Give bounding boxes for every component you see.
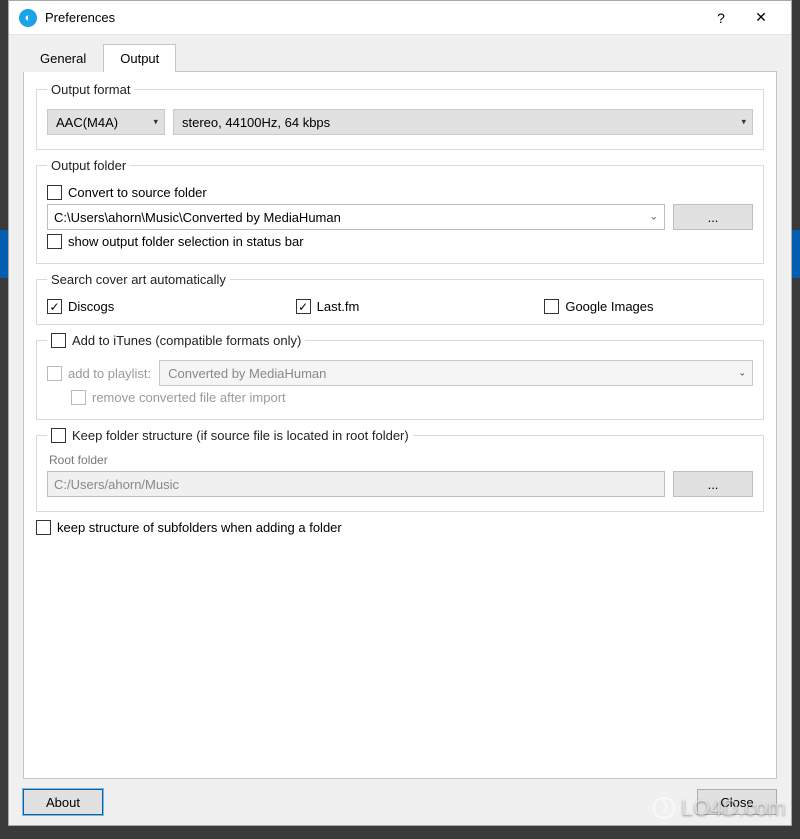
browse-root-folder-button[interactable]: ...: [673, 471, 753, 497]
legend-output-format: Output format: [47, 82, 134, 97]
chk-lastfm[interactable]: Last.fm: [296, 299, 505, 314]
chk-keep-subfolders[interactable]: keep structure of subfolders when adding…: [36, 520, 342, 535]
output-path-field[interactable]: C:\Users\ahorn\Music\Converted by MediaH…: [47, 204, 665, 230]
group-output-format: Output format AAC(M4A) ▾ stereo, 44100Hz…: [36, 82, 764, 150]
chk-add-to-playlist: add to playlist:: [47, 366, 151, 381]
chk-add-to-itunes-label: Add to iTunes (compatible formats only): [72, 333, 301, 348]
chk-discogs-label: Discogs: [68, 299, 114, 314]
checkbox-icon: [71, 390, 86, 405]
browse-output-folder-button[interactable]: ...: [673, 204, 753, 230]
legend-output-folder: Output folder: [47, 158, 130, 173]
checkbox-icon: [47, 185, 62, 200]
chk-keep-folder-structure-label: Keep folder structure (if source file is…: [72, 428, 409, 443]
tab-panel-output: Output format AAC(M4A) ▾ stereo, 44100Hz…: [23, 71, 777, 779]
chevron-down-icon: ⌄: [738, 368, 746, 379]
chk-discogs[interactable]: Discogs: [47, 299, 256, 314]
tab-general[interactable]: General: [23, 44, 103, 72]
chk-convert-to-source[interactable]: Convert to source folder: [47, 185, 207, 200]
titlebar: ◐ Preferences ? ✕: [9, 1, 791, 35]
root-folder-value: C:/Users/ahorn/Music: [54, 477, 179, 492]
quality-dropdown[interactable]: stereo, 44100Hz, 64 kbps ▾: [173, 109, 753, 135]
tab-output[interactable]: Output: [103, 44, 176, 72]
close-icon: ✕: [755, 9, 767, 26]
checkbox-icon: [47, 234, 62, 249]
chk-add-to-playlist-label: add to playlist:: [68, 366, 151, 381]
about-button[interactable]: About: [23, 789, 103, 815]
chk-remove-after-import: remove converted file after import: [71, 390, 286, 405]
checkbox-icon: [51, 333, 66, 348]
checkbox-icon: [47, 366, 62, 381]
window-title: Preferences: [45, 10, 701, 25]
close-button[interactable]: Close: [697, 789, 777, 815]
chk-keep-folder-structure[interactable]: Keep folder structure (if source file is…: [47, 428, 413, 443]
output-path-value: C:\Users\ahorn\Music\Converted by MediaH…: [54, 210, 341, 225]
quality-dropdown-value: stereo, 44100Hz, 64 kbps: [182, 115, 330, 130]
group-itunes: Add to iTunes (compatible formats only) …: [36, 333, 764, 420]
chk-remove-after-import-label: remove converted file after import: [92, 390, 286, 405]
tabstrip: General Output: [9, 35, 791, 71]
chk-keep-subfolders-label: keep structure of subfolders when adding…: [57, 520, 342, 535]
help-button[interactable]: ?: [701, 4, 741, 32]
playlist-dropdown-value: Converted by MediaHuman: [168, 366, 326, 381]
group-folder-structure: Keep folder structure (if source file is…: [36, 428, 764, 512]
chk-add-to-itunes[interactable]: Add to iTunes (compatible formats only): [47, 333, 305, 348]
checkbox-icon: [51, 428, 66, 443]
chevron-down-icon: ▾: [741, 117, 746, 128]
client-area: General Output Output format AAC(M4A) ▾ …: [9, 35, 791, 825]
preferences-window: ◐ Preferences ? ✕ General Output Output …: [8, 0, 792, 826]
chk-show-in-statusbar[interactable]: show output folder selection in status b…: [47, 234, 304, 249]
chk-show-in-statusbar-label: show output folder selection in status b…: [68, 234, 304, 249]
chk-convert-to-source-label: Convert to source folder: [68, 185, 207, 200]
chk-google-images-label: Google Images: [565, 299, 653, 314]
help-icon: ?: [717, 10, 725, 26]
checkbox-icon: [296, 299, 311, 314]
chk-lastfm-label: Last.fm: [317, 299, 360, 314]
checkbox-icon: [544, 299, 559, 314]
checkbox-icon: [36, 520, 51, 535]
codec-dropdown-value: AAC(M4A): [56, 115, 118, 130]
codec-dropdown[interactable]: AAC(M4A) ▾: [47, 109, 165, 135]
group-output-folder: Output folder Convert to source folder C…: [36, 158, 764, 264]
checkbox-icon: [47, 299, 62, 314]
app-icon: ◐: [19, 9, 37, 27]
legend-cover-art: Search cover art automatically: [47, 272, 230, 287]
root-folder-label: Root folder: [49, 453, 753, 467]
chevron-down-icon: ⌄: [650, 212, 658, 223]
chk-google-images[interactable]: Google Images: [544, 299, 753, 314]
dialog-footer: About Close: [9, 779, 791, 825]
chevron-down-icon: ▾: [153, 117, 158, 128]
playlist-dropdown: Converted by MediaHuman ⌄: [159, 360, 753, 386]
root-folder-field: C:/Users/ahorn/Music: [47, 471, 665, 497]
group-cover-art: Search cover art automatically Discogs L…: [36, 272, 764, 325]
close-window-button[interactable]: ✕: [741, 4, 781, 32]
